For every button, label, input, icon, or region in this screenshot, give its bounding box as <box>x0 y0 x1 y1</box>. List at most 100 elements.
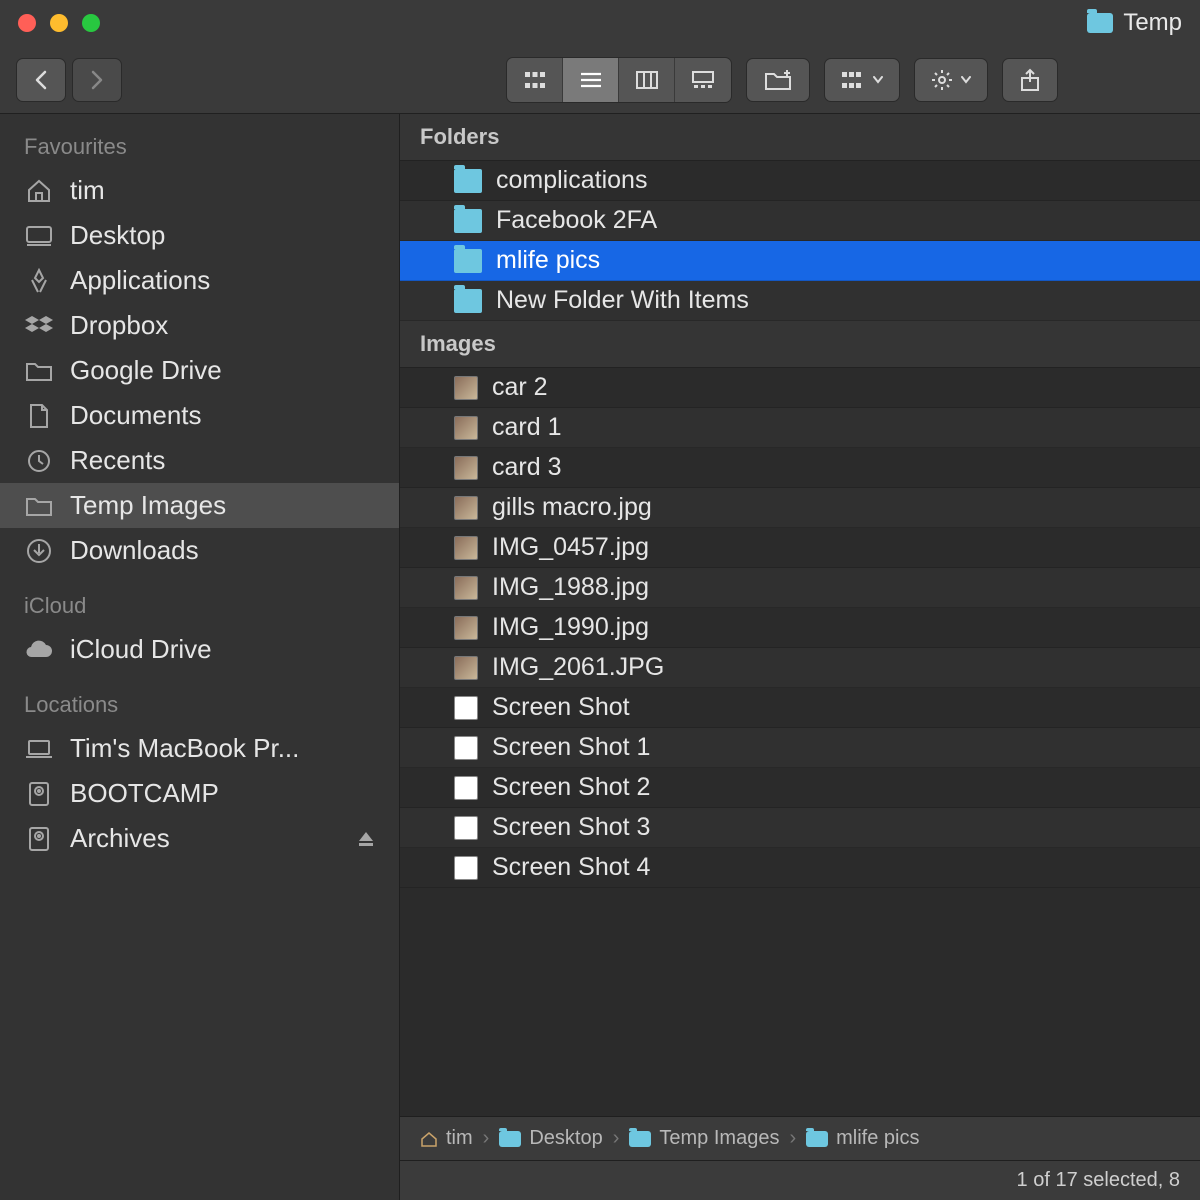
disk-icon <box>24 781 54 807</box>
list-view-button[interactable] <box>563 58 619 102</box>
file-thumbnail-icon <box>454 696 478 720</box>
file-thumbnail-icon <box>454 816 478 840</box>
sidebar-item-recents[interactable]: Recents <box>0 438 399 483</box>
nav-buttons <box>16 58 122 102</box>
home-icon <box>24 178 54 204</box>
file-row[interactable]: IMG_1990.jpg <box>400 608 1200 648</box>
file-row[interactable]: IMG_2061.JPG <box>400 648 1200 688</box>
zoom-window-button[interactable] <box>82 14 100 32</box>
file-row[interactable]: Screen Shot 4 <box>400 848 1200 888</box>
folder-row[interactable]: complications <box>400 161 1200 201</box>
finder-window: Temp <box>0 0 1200 1200</box>
file-list[interactable]: FolderscomplicationsFacebook 2FAmlife pi… <box>400 114 1200 1116</box>
window-title-text: Temp <box>1123 9 1182 37</box>
sidebar-item-label: Documents <box>70 400 202 431</box>
disk-icon <box>24 826 54 852</box>
file-row[interactable]: car 2 <box>400 368 1200 408</box>
forward-button[interactable] <box>72 58 122 102</box>
path-bar: tim›Desktop›Temp Images›mlife pics <box>400 1116 1200 1160</box>
file-name: gills macro.jpg <box>492 493 652 522</box>
file-row[interactable]: IMG_0457.jpg <box>400 528 1200 568</box>
file-name: IMG_2061.JPG <box>492 653 664 682</box>
chevron-right-icon: › <box>789 1127 796 1150</box>
file-row[interactable]: Screen Shot 1 <box>400 728 1200 768</box>
chevron-down-icon <box>961 76 971 84</box>
file-row[interactable]: card 1 <box>400 408 1200 448</box>
folder-icon <box>24 493 54 519</box>
titlebar: Temp <box>0 0 1200 46</box>
icon-view-button[interactable] <box>507 58 563 102</box>
download-icon <box>24 538 54 564</box>
minimize-window-button[interactable] <box>50 14 68 32</box>
chevron-down-icon <box>873 76 883 84</box>
laptop-icon <box>24 736 54 762</box>
sidebar-item-tim[interactable]: tim <box>0 168 399 213</box>
sidebar-item-label: tim <box>70 175 105 206</box>
group-header: Folders <box>400 114 1200 161</box>
share-button[interactable] <box>1002 58 1058 102</box>
group-by-button[interactable] <box>824 58 900 102</box>
sidebar-item-tim-s-macbook-pr-[interactable]: Tim's MacBook Pr... <box>0 726 399 771</box>
folder-row[interactable]: New Folder With Items <box>400 281 1200 321</box>
breadcrumb-item[interactable]: tim <box>420 1127 473 1150</box>
eject-icon[interactable] <box>357 830 375 848</box>
sidebar-item-downloads[interactable]: Downloads <box>0 528 399 573</box>
sidebar-item-label: Downloads <box>70 535 199 566</box>
back-button[interactable] <box>16 58 66 102</box>
column-view-button[interactable] <box>619 58 675 102</box>
close-window-button[interactable] <box>18 14 36 32</box>
file-row[interactable]: Screen Shot 3 <box>400 808 1200 848</box>
file-row[interactable]: card 3 <box>400 448 1200 488</box>
sidebar-item-label: Recents <box>70 445 165 476</box>
sidebar-item-google-drive[interactable]: Google Drive <box>0 348 399 393</box>
file-name: Screen Shot 2 <box>492 773 650 802</box>
sidebar[interactable]: Favourites tim Desktop Applications Dropbox G… <box>0 114 400 1200</box>
sidebar-item-bootcamp[interactable]: BOOTCAMP <box>0 771 399 816</box>
breadcrumb-item[interactable]: mlife pics <box>806 1127 919 1150</box>
folder-row[interactable]: Facebook 2FA <box>400 201 1200 241</box>
file-name: Screen Shot 1 <box>492 733 650 762</box>
breadcrumb-item[interactable]: Temp Images <box>629 1127 779 1150</box>
sidebar-item-desktop[interactable]: Desktop <box>0 213 399 258</box>
sidebar-item-label: Desktop <box>70 220 165 251</box>
gallery-view-button[interactable] <box>675 58 731 102</box>
recents-icon <box>24 448 54 474</box>
folder-icon <box>1087 13 1113 33</box>
file-name: car 2 <box>492 373 548 402</box>
sidebar-item-label: Archives <box>70 823 170 854</box>
file-row[interactable]: IMG_1988.jpg <box>400 568 1200 608</box>
file-thumbnail-icon <box>454 416 478 440</box>
file-content: FolderscomplicationsFacebook 2FAmlife pi… <box>400 114 1200 1200</box>
sidebar-item-applications[interactable]: Applications <box>0 258 399 303</box>
file-thumbnail-icon <box>454 376 478 400</box>
new-folder-button[interactable] <box>746 58 810 102</box>
doc-icon <box>24 403 54 429</box>
sidebar-section-header: Favourites <box>0 128 399 168</box>
action-menu-button[interactable] <box>914 58 988 102</box>
sidebar-item-label: Dropbox <box>70 310 168 341</box>
folder-row[interactable]: mlife pics <box>400 241 1200 281</box>
breadcrumb-label: Desktop <box>529 1127 602 1150</box>
share-icon <box>1020 68 1040 92</box>
sidebar-item-dropbox[interactable]: Dropbox <box>0 303 399 348</box>
sidebar-item-temp-images[interactable]: Temp Images <box>0 483 399 528</box>
file-thumbnail-icon <box>454 536 478 560</box>
group-header: Images <box>400 321 1200 368</box>
sidebar-item-documents[interactable]: Documents <box>0 393 399 438</box>
sidebar-section-header: iCloud <box>0 587 399 627</box>
file-name: IMG_0457.jpg <box>492 533 649 562</box>
toolbar <box>0 46 1200 114</box>
file-row[interactable]: Screen Shot 2 <box>400 768 1200 808</box>
gear-icon <box>931 69 953 91</box>
file-row[interactable]: gills macro.jpg <box>400 488 1200 528</box>
sidebar-item-archives[interactable]: Archives <box>0 816 399 861</box>
main-split: Favourites tim Desktop Applications Dropbox G… <box>0 114 1200 1200</box>
breadcrumb-item[interactable]: Desktop <box>499 1127 602 1150</box>
sidebar-item-label: Temp Images <box>70 490 226 521</box>
dropbox-icon <box>24 313 54 339</box>
file-row[interactable]: Screen Shot <box>400 688 1200 728</box>
cloud-icon <box>24 637 54 663</box>
sidebar-item-icloud-drive[interactable]: iCloud Drive <box>0 627 399 672</box>
breadcrumb-label: tim <box>446 1127 473 1150</box>
file-thumbnail-icon <box>454 496 478 520</box>
